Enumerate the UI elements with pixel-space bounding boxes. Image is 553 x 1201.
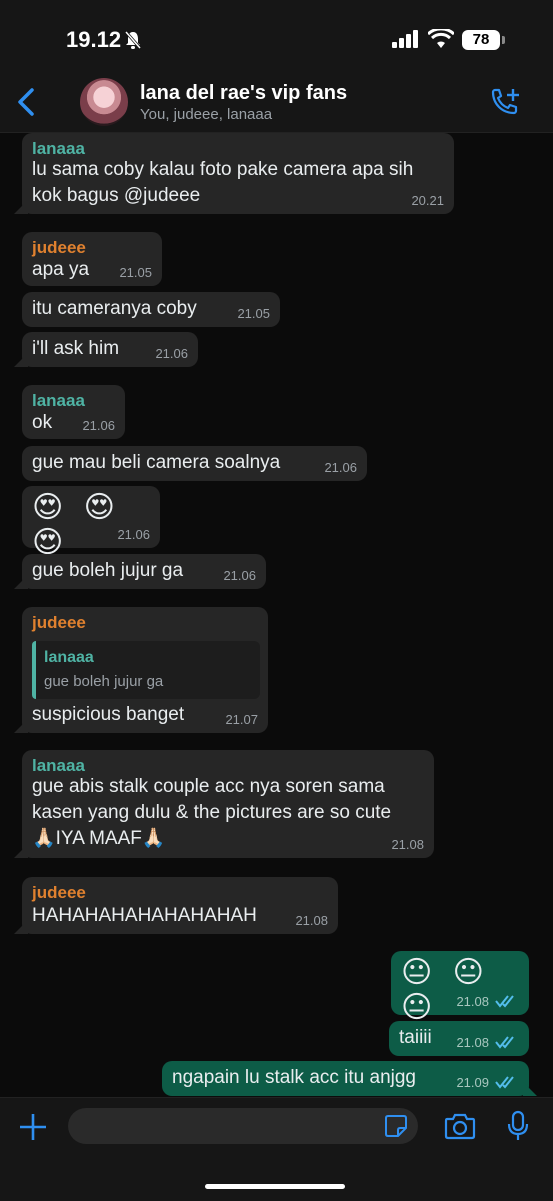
message-text: HAHAHAHAHAHAHAHAH	[32, 905, 257, 926]
message-text: lu sama coby kalau foto pake camera apa …	[32, 159, 414, 206]
message-time: 21.06	[117, 527, 150, 542]
message-bubble[interactable]: 😍 😍 😍 21.06	[22, 486, 160, 559]
read-ticks-icon	[495, 1076, 514, 1089]
quoted-message[interactable]: lanaaa gue boleh jujur ga	[32, 641, 260, 699]
group-avatar[interactable]	[80, 78, 128, 126]
message-text: ok	[32, 412, 53, 433]
message-time: 21.06	[155, 346, 188, 361]
read-ticks-icon	[495, 995, 514, 1008]
message-text: i'll ask him	[32, 338, 120, 359]
message-time: 21.09	[456, 1075, 489, 1090]
battery-level: 78	[462, 30, 500, 50]
message-bubble[interactable]: i'll ask him 21.06	[22, 332, 198, 367]
sender-name: lanaaa	[32, 756, 85, 775]
message-input[interactable]	[68, 1108, 418, 1144]
plus-icon[interactable]	[18, 1112, 48, 1142]
mic-icon[interactable]	[506, 1110, 530, 1142]
wifi-icon	[428, 29, 454, 48]
message-time: 21.08	[391, 837, 424, 852]
quote-author: lanaaa	[44, 649, 94, 666]
emoji-message: 😐 😐 😐	[401, 956, 490, 1024]
message-time: 21.06	[82, 418, 115, 433]
sender-name: judeee	[32, 238, 86, 257]
sticker-icon[interactable]	[384, 1114, 408, 1138]
message-bubble[interactable]: lanaaa gue abis stalk couple acc nya sor…	[22, 750, 434, 858]
message-time: 21.07	[225, 712, 258, 727]
message-time: 21.06	[324, 460, 357, 475]
message-bubble[interactable]: itu cameranya coby 21.05	[22, 292, 280, 327]
message-text: gue boleh jujur ga	[32, 560, 184, 581]
message-bubble-outgoing[interactable]: ngapain lu stalk acc itu anjgg 21.09	[162, 1061, 529, 1096]
camera-icon[interactable]	[444, 1112, 476, 1140]
add-call-icon[interactable]	[488, 86, 522, 120]
message-text: suspicious banget	[32, 704, 185, 725]
message-text: ngapain lu stalk acc itu anjgg	[172, 1067, 416, 1088]
message-bubble-outgoing[interactable]: 😐 😐 😐 21.08	[391, 951, 529, 1024]
bell-off-icon	[124, 31, 142, 49]
message-time: 21.05	[237, 306, 270, 321]
message-bubble[interactable]: judeee HAHAHAHAHAHAHAHAH 21.08	[22, 877, 338, 934]
message-text: gue mau beli camera soalnya	[32, 452, 281, 473]
message-bubble[interactable]: gue mau beli camera soalnya 21.06	[22, 446, 367, 481]
quote-text: gue boleh jujur ga	[44, 673, 164, 690]
message-time: 21.08	[295, 913, 328, 928]
message-text: itu cameranya coby	[32, 298, 197, 319]
message-bubble[interactable]: gue boleh jujur ga 21.06	[22, 554, 266, 589]
sender-name: judeee	[32, 883, 86, 902]
message-text: gue abis stalk couple acc nya soren sama…	[32, 776, 392, 849]
quote-bar	[32, 641, 36, 699]
back-chevron-icon[interactable]	[14, 86, 38, 118]
chat-area[interactable]: lanaaa lu sama coby kalau foto pake came…	[0, 133, 553, 1097]
message-time: 21.08	[456, 1035, 489, 1050]
sender-name: lanaaa	[32, 139, 85, 158]
status-bar: 19.12 78	[0, 0, 553, 72]
sender-name: judeee	[32, 613, 86, 632]
message-bubble[interactable]: lanaaa ok 21.06	[22, 385, 125, 439]
chat-header: lana del rae's vip fans You, judeee, lan…	[0, 72, 553, 133]
message-text: taiiii	[399, 1027, 432, 1048]
message-time: 20.21	[411, 193, 444, 208]
message-bubble[interactable]: judeee lanaaa gue boleh jujur ga suspici…	[22, 607, 268, 733]
message-time: 21.05	[119, 265, 152, 280]
sender-name: lanaaa	[32, 391, 85, 410]
message-input-bar	[0, 1097, 553, 1201]
battery-tip	[502, 36, 505, 44]
message-text: apa ya	[32, 259, 90, 280]
home-indicator	[205, 1184, 345, 1189]
message-time: 21.08	[456, 994, 489, 1009]
message-time: 21.06	[223, 568, 256, 583]
signal-icon	[392, 30, 418, 48]
group-title[interactable]: lana del rae's vip fans	[140, 82, 347, 105]
emoji-message: 😍 😍 😍	[32, 491, 121, 559]
message-bubble[interactable]: lanaaa lu sama coby kalau foto pake came…	[22, 133, 454, 214]
group-members[interactable]: You, judeee, lanaaa	[140, 106, 272, 123]
message-bubble-outgoing[interactable]: taiiii 21.08	[389, 1021, 529, 1056]
message-bubble[interactable]: judeee apa ya 21.05	[22, 232, 162, 286]
read-ticks-icon	[495, 1036, 514, 1049]
status-time: 19.12	[66, 27, 122, 52]
